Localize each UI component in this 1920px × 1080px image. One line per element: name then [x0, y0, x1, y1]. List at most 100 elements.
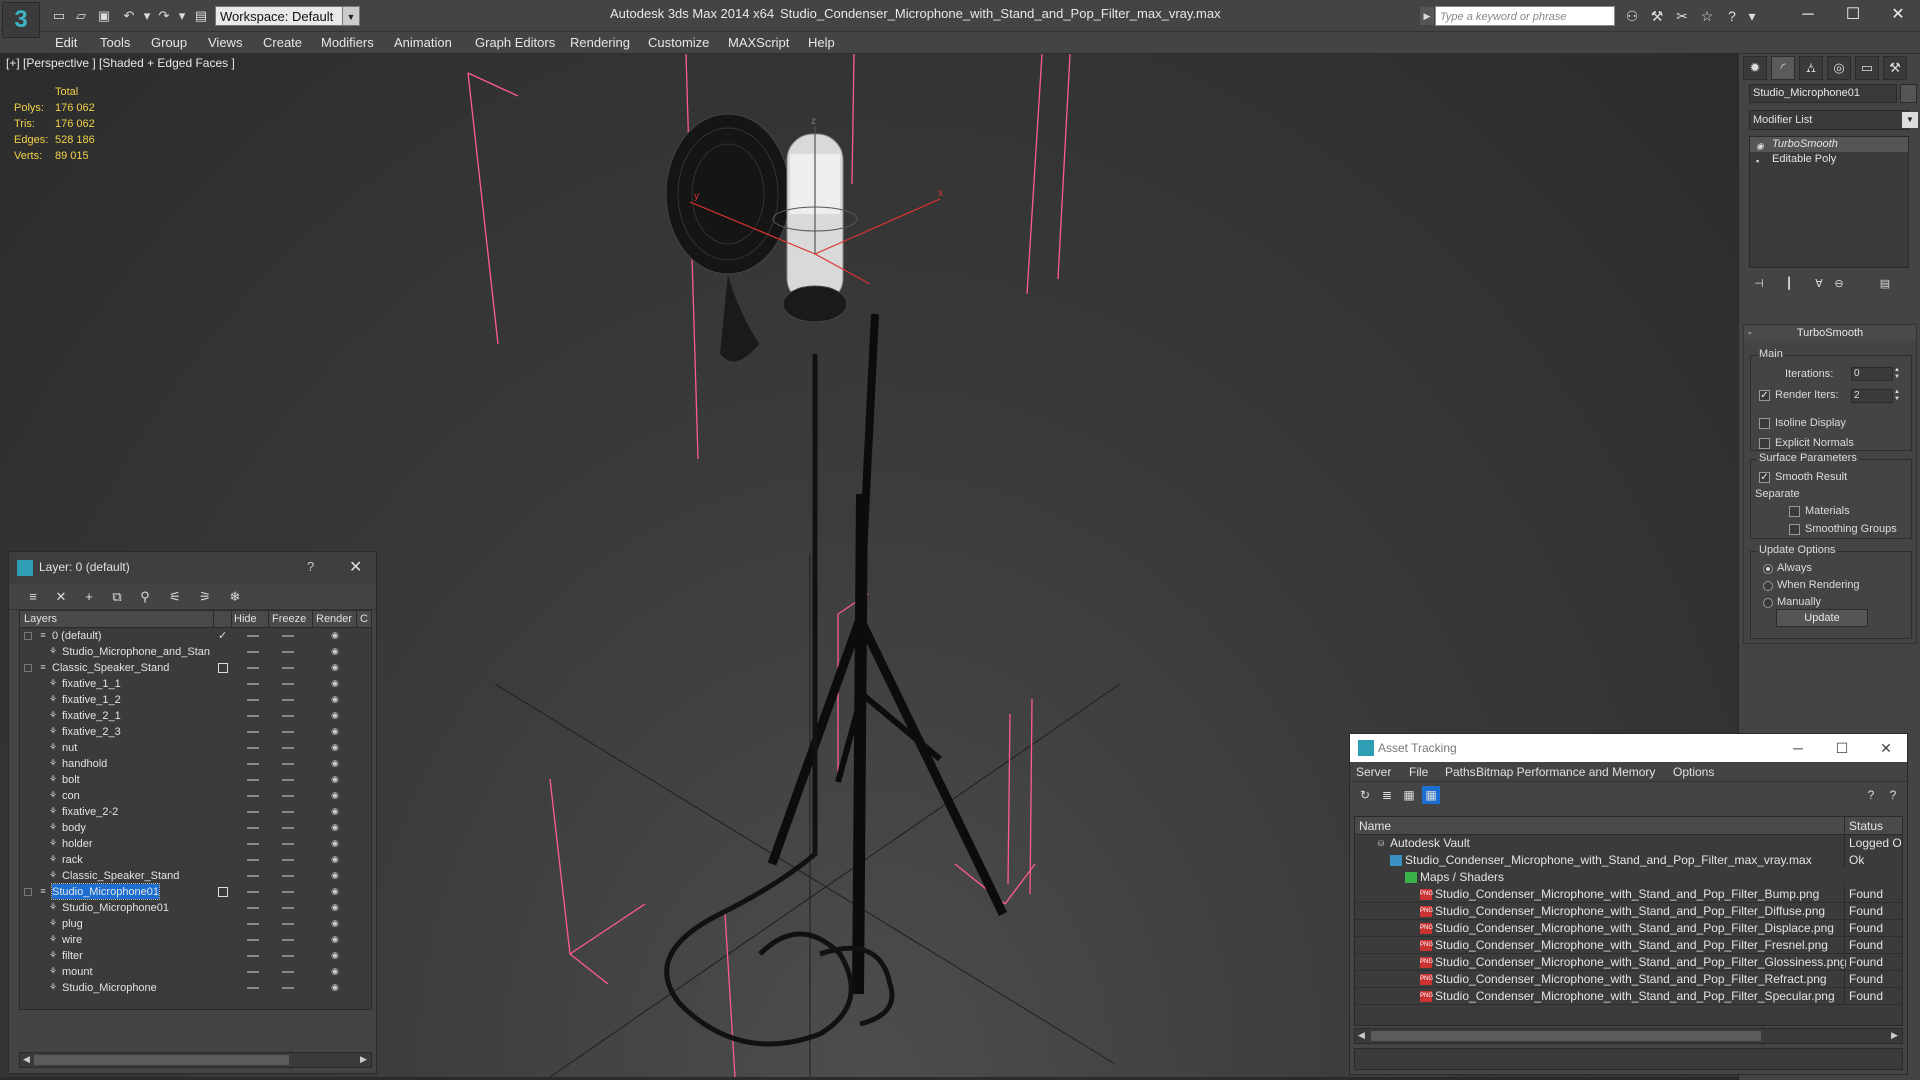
freeze-toggle[interactable] — [282, 667, 294, 669]
freeze-toggle[interactable] — [282, 859, 294, 861]
layer-object-row[interactable]: ⚘ fixative_2_3 ◉ — [20, 724, 371, 740]
expand-icon[interactable]: ▪ — [1756, 154, 1759, 169]
layer-name[interactable]: filter — [62, 948, 83, 963]
hide-toggle[interactable] — [247, 891, 259, 893]
layer-object-row[interactable]: ⚘ rack ◉ — [20, 852, 371, 868]
layer-name[interactable]: handhold — [62, 756, 107, 771]
pin-stack-icon[interactable]: ⊣ — [1749, 274, 1769, 294]
workspace-dropdown-icon[interactable]: ▼ — [342, 6, 360, 26]
render-teapot-icon[interactable]: ◉ — [331, 759, 341, 768]
hide-toggle[interactable] — [247, 699, 259, 701]
smooth-result-checkbox[interactable]: ✓ — [1759, 472, 1770, 483]
remove-modifier-icon[interactable]: ⊖ — [1829, 274, 1849, 294]
render-iters-checkbox[interactable]: ✓ — [1759, 390, 1770, 401]
table-view-icon[interactable]: ▦ — [1422, 786, 1440, 804]
hide-all-icon[interactable]: ⚞ — [195, 588, 215, 606]
redo-dropdown-icon[interactable]: ▾ — [173, 7, 191, 25]
layer-name[interactable]: mount — [62, 964, 93, 979]
freeze-toggle[interactable] — [282, 763, 294, 765]
layer-name[interactable]: con — [62, 788, 80, 803]
scroll-right-icon[interactable]: ▶ — [360, 1054, 367, 1065]
menu-help[interactable]: Help — [808, 35, 835, 50]
freeze-toggle[interactable] — [282, 811, 294, 813]
search-expand-icon[interactable]: ▶ — [1420, 7, 1434, 25]
asset-path-field[interactable] — [1354, 1048, 1903, 1070]
asset-row[interactable]: PNG Studio_Condenser_Microphone_with_Stan… — [1355, 988, 1902, 1005]
always-radio[interactable] — [1763, 564, 1773, 574]
layer-name[interactable]: fixative_2_1 — [62, 708, 121, 723]
freeze-toggle[interactable] — [282, 923, 294, 925]
layer-horizontal-scrollbar[interactable]: ◀ ▶ — [19, 1052, 372, 1068]
asset-row[interactable]: PNG Studio_Condenser_Microphone_with_Stan… — [1355, 920, 1902, 937]
current-layer-box-icon[interactable] — [218, 887, 228, 897]
layer-name[interactable]: Studio_Microphone01 — [62, 900, 169, 915]
layer-name[interactable]: Classic_Speaker_Stand — [62, 868, 179, 883]
layer-name[interactable]: fixative_2-2 — [62, 804, 118, 819]
menu-maxscript[interactable]: MAXScript — [728, 35, 789, 50]
hide-toggle[interactable] — [247, 843, 259, 845]
layer-dialog-titlebar[interactable]: Layer: 0 (default) ? ✕ — [9, 552, 376, 584]
hide-toggle[interactable] — [247, 683, 259, 685]
freeze-toggle[interactable] — [282, 683, 294, 685]
freeze-toggle[interactable] — [282, 987, 294, 989]
isoline-checkbox[interactable] — [1759, 418, 1770, 429]
menu-tools[interactable]: Tools — [100, 35, 130, 50]
col-c[interactable]: C — [360, 613, 368, 625]
layer-name[interactable]: 0 (default) — [52, 628, 102, 643]
when-rendering-radio[interactable] — [1763, 581, 1773, 591]
layer-name[interactable]: nut — [62, 740, 77, 755]
menu-create[interactable]: Create — [263, 35, 302, 50]
layer-object-row[interactable]: ⚘ wire ◉ — [20, 932, 371, 948]
render-teapot-icon[interactable]: ◉ — [331, 903, 341, 912]
help-dropdown-icon[interactable]: ▾ — [1742, 7, 1762, 25]
layer-row[interactable]: ≡ Classic_Speaker_Stand ◉ — [20, 660, 371, 676]
hide-toggle[interactable] — [247, 971, 259, 973]
stack-item-editable-poly[interactable]: ▪ Editable Poly — [1750, 152, 1908, 167]
layer-name[interactable]: Studio_Microphone01 — [50, 883, 161, 900]
layer-object-row[interactable]: ⚘ fixative_1_1 ◉ — [20, 676, 371, 692]
asset-row[interactable]: PNG Studio_Condenser_Microphone_with_Stan… — [1355, 937, 1902, 954]
freeze-toggle[interactable] — [282, 651, 294, 653]
hide-toggle[interactable] — [247, 779, 259, 781]
help-icon[interactable]: ? — [307, 559, 314, 574]
redo-icon[interactable]: ↷ — [155, 7, 173, 25]
modifier-list-dropdown[interactable]: Modifier List ▼ — [1749, 110, 1918, 130]
render-teapot-icon[interactable]: ◉ — [331, 935, 341, 944]
asset-row[interactable]: PNG Studio_Condenser_Microphone_with_Stan… — [1355, 886, 1902, 903]
create-tab-icon[interactable]: ✹ — [1743, 56, 1767, 80]
freeze-toggle[interactable] — [282, 715, 294, 717]
maximize-icon[interactable]: ☐ — [1822, 737, 1862, 759]
render-teapot-icon[interactable]: ◉ — [331, 775, 341, 784]
freeze-toggle[interactable] — [282, 747, 294, 749]
asset-row[interactable]: ⛁ Autodesk Vault Logged Ou — [1355, 835, 1902, 852]
workspace-select[interactable]: Workspace: Default — [215, 6, 360, 26]
asset-menu-server[interactable]: Server — [1356, 765, 1391, 779]
close-icon[interactable]: ✕ — [1875, 2, 1920, 28]
help-icon[interactable]: ? — [1862, 786, 1880, 804]
list-view-icon[interactable]: ≣ — [1378, 786, 1396, 804]
render-teapot-icon[interactable]: ◉ — [331, 951, 341, 960]
tree-expand-icon[interactable] — [24, 664, 32, 672]
chevron-down-icon[interactable]: ▼ — [1902, 112, 1918, 128]
layer-object-row[interactable]: ⚘ filter ◉ — [20, 948, 371, 964]
hide-toggle[interactable] — [247, 763, 259, 765]
spinner-arrows-icon[interactable]: ▲ ▼ — [1894, 389, 1902, 403]
close-icon[interactable]: ✕ — [1866, 737, 1906, 759]
render-teapot-icon[interactable]: ◉ — [331, 711, 341, 720]
menu-group[interactable]: Group — [151, 35, 187, 50]
freeze-toggle[interactable] — [282, 939, 294, 941]
hide-toggle[interactable] — [247, 875, 259, 877]
asset-menu-paths[interactable]: Paths — [1445, 765, 1476, 779]
hide-toggle[interactable] — [247, 859, 259, 861]
layer-name[interactable]: holder — [62, 836, 93, 851]
freeze-toggle[interactable] — [282, 795, 294, 797]
freeze-toggle[interactable] — [282, 731, 294, 733]
smoothing-groups-checkbox[interactable] — [1789, 524, 1800, 535]
render-teapot-icon[interactable]: ◉ — [331, 631, 341, 640]
vault-help-icon[interactable]: ? — [1884, 786, 1902, 804]
hide-toggle[interactable] — [247, 795, 259, 797]
freeze-toggle[interactable] — [282, 955, 294, 957]
freeze-toggle[interactable] — [282, 699, 294, 701]
col-render[interactable]: Render — [316, 613, 352, 625]
hide-toggle[interactable] — [247, 747, 259, 749]
